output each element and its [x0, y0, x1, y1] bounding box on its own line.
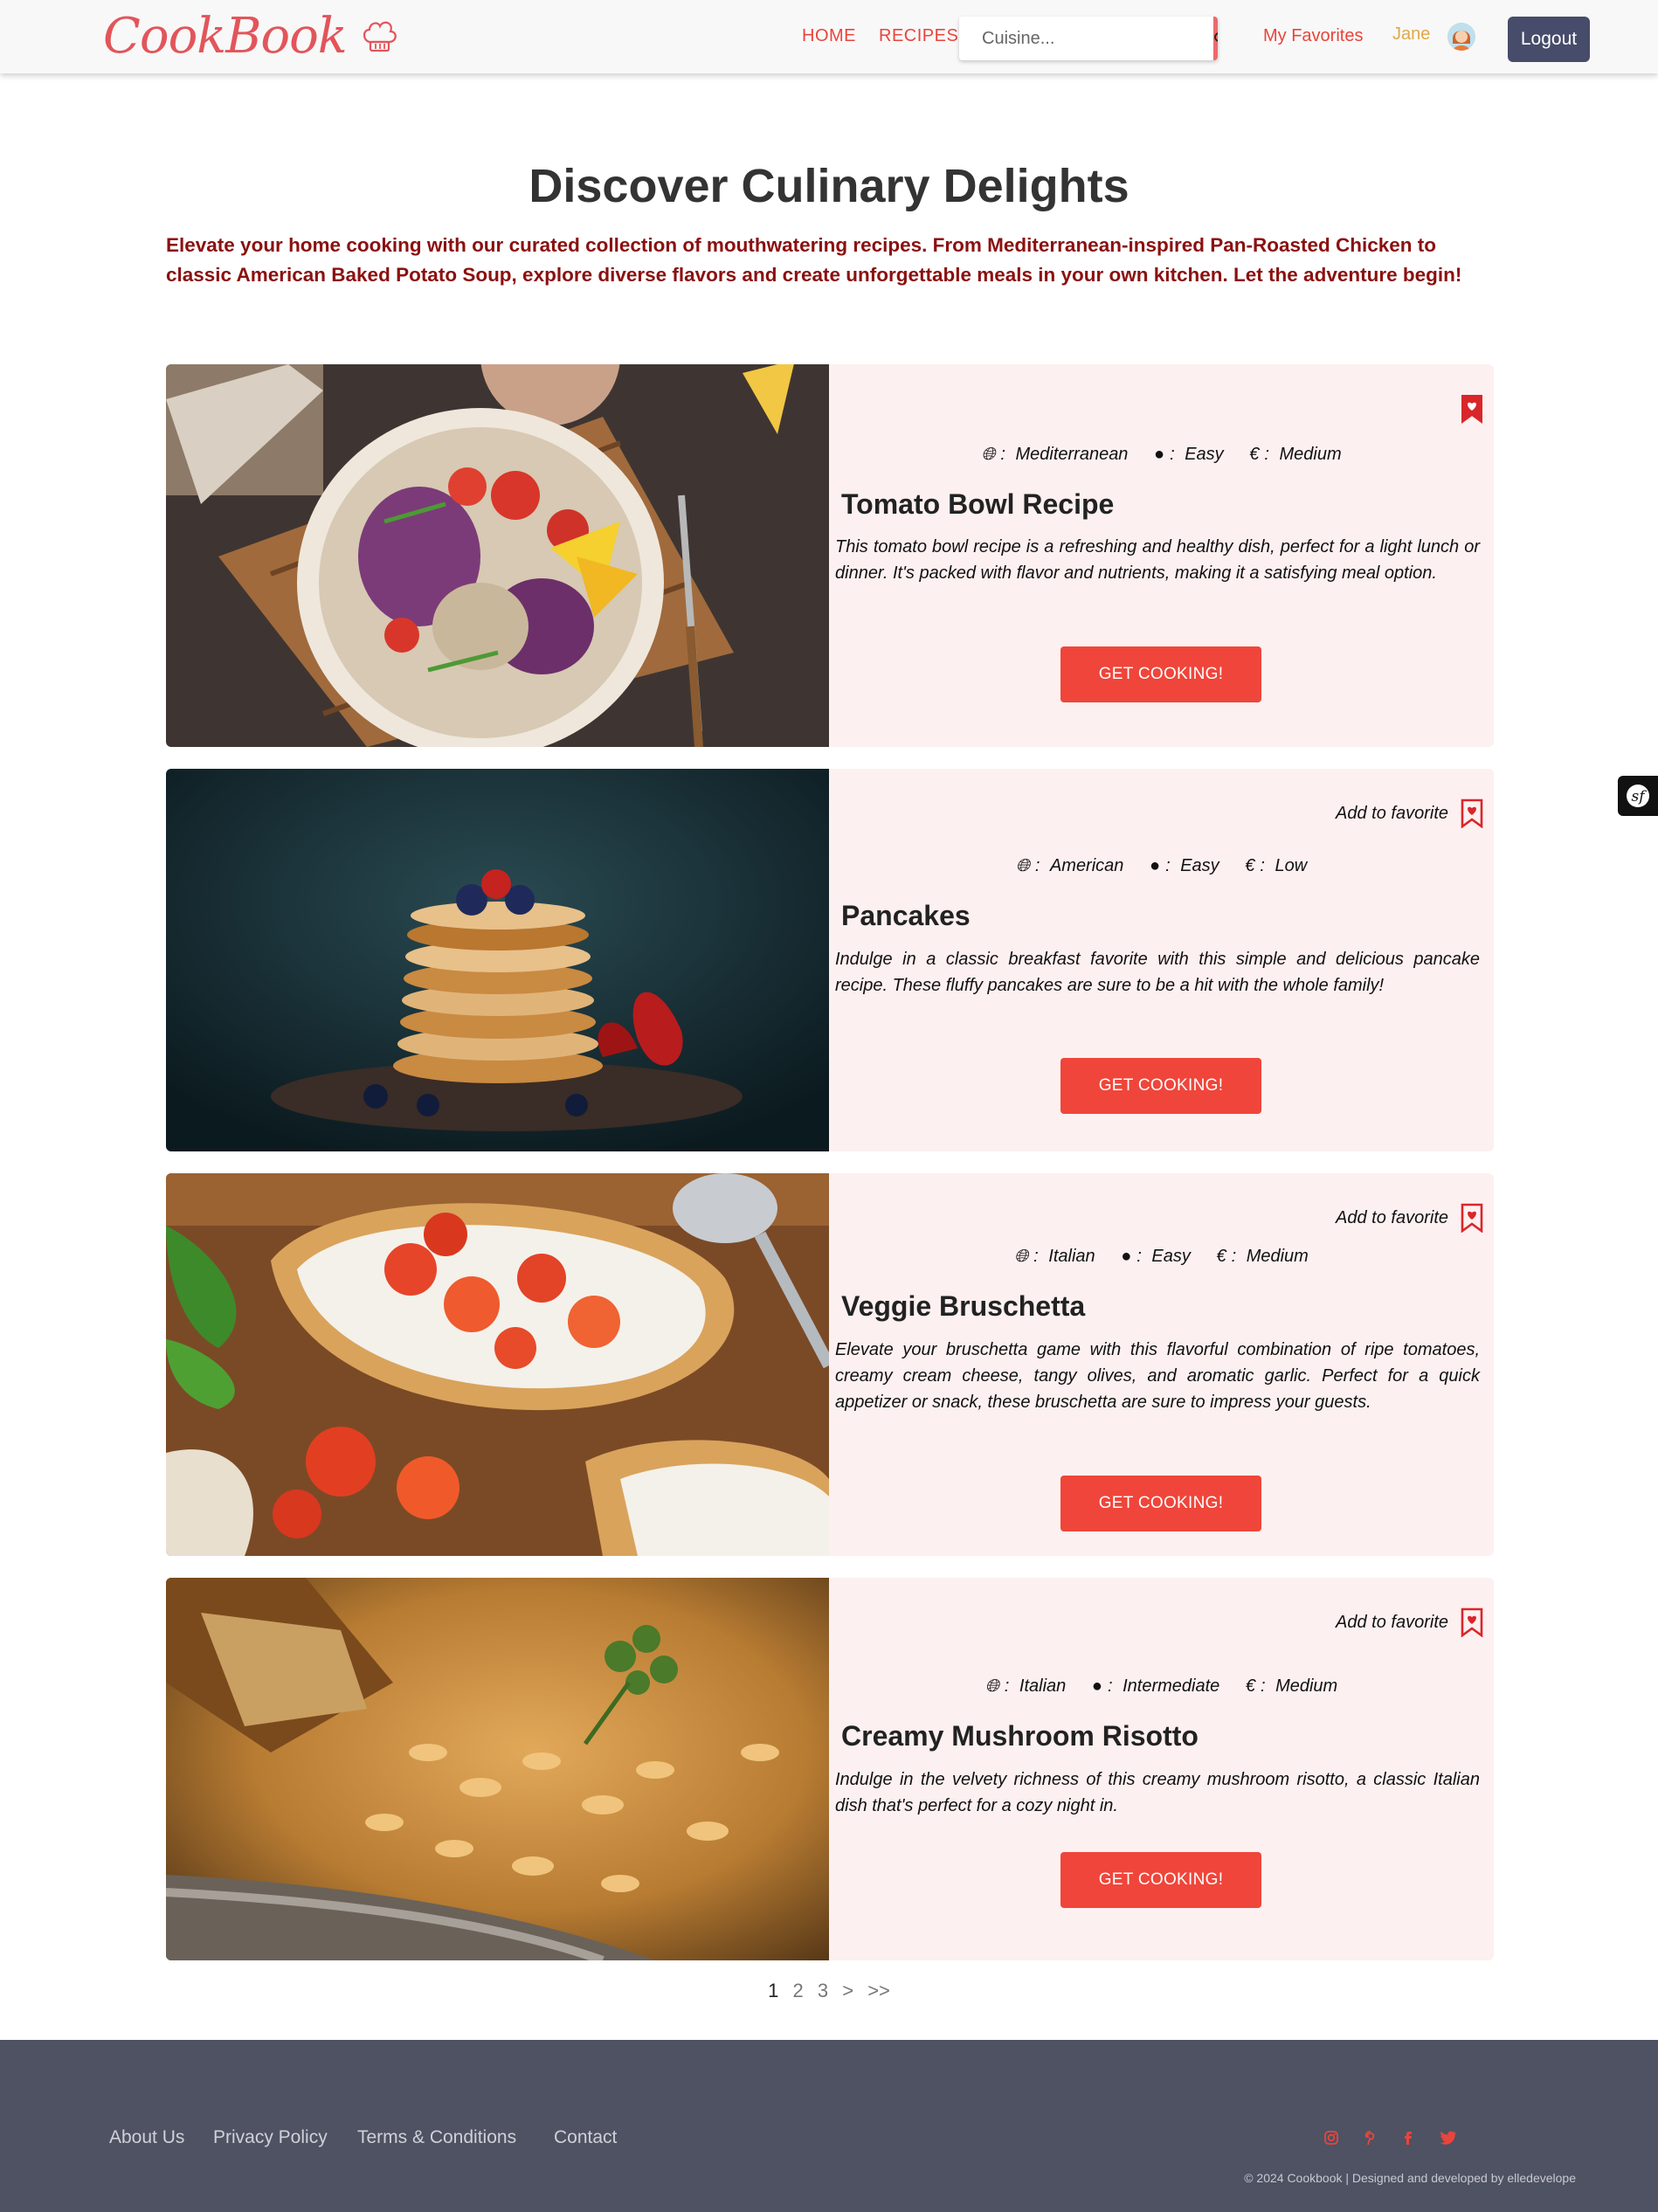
salad-bowl-image: [166, 364, 829, 747]
cuisine-info: 🌐︎: Italian: [984, 1676, 1067, 1696]
page-link-2[interactable]: 2: [792, 1980, 803, 2001]
recipe-card: Add to favorite 🌐︎: American ●: Easy €: …: [166, 769, 1494, 1151]
page-title: Discover Culinary Delights: [528, 160, 1130, 212]
footer-privacy-link[interactable]: Privacy Policy: [213, 2127, 328, 2148]
get-cooking-button[interactable]: GET COOKING!: [1060, 1058, 1261, 1114]
favorite-label: Add to favorite: [1336, 803, 1448, 823]
recipe-title: Tomato Bowl Recipe: [841, 488, 1115, 520]
page-link-3[interactable]: 3: [818, 1980, 828, 2001]
difficulty-info: ●: Easy: [1149, 856, 1219, 875]
globe-icon: 🌐︎: [984, 1676, 999, 1696]
twitter-icon[interactable]: [1438, 2127, 1459, 2148]
globe-icon: 🌐︎: [1015, 856, 1030, 875]
cost-info: €: Low: [1245, 856, 1308, 875]
difficulty-info: ●: Easy: [1154, 445, 1224, 464]
debug-toolbar-toggle[interactable]: sf: [1618, 776, 1658, 816]
copyright: © 2024 Cookbook | Designed and developed…: [1244, 2171, 1576, 2185]
pagination: 1 2 3 > >>: [0, 1980, 1658, 2002]
logo-text: CookBook: [103, 7, 348, 65]
get-cooking-button[interactable]: GET COOKING!: [1060, 1476, 1261, 1531]
my-favorites-link[interactable]: My Favorites: [1263, 26, 1363, 46]
favorite-toggle[interactable]: Add to favorite: [1336, 1203, 1483, 1233]
footer-contact-link[interactable]: Contact: [554, 2127, 617, 2148]
avatar[interactable]: [1447, 23, 1475, 51]
get-cooking-button[interactable]: GET COOKING!: [1060, 646, 1261, 702]
euro-icon: €: [1245, 1676, 1255, 1696]
page-link-1[interactable]: 1: [768, 1980, 778, 2001]
globe-icon: 🌐︎: [981, 445, 996, 464]
favorite-toggle[interactable]: Add to favorite: [1336, 798, 1483, 828]
bookmark-outline-icon[interactable]: [1461, 798, 1483, 828]
chef-pot-icon: ●: [1121, 1247, 1132, 1266]
pancakes-image: [166, 769, 829, 1151]
risotto-image: [166, 1578, 829, 1960]
bookmark-outline-icon[interactable]: [1461, 1203, 1483, 1233]
cuisine-info: 🌐︎: Italian: [1014, 1247, 1095, 1266]
recipe-description: Indulge in a classic breakfast favorite …: [835, 950, 1480, 995]
globe-icon: 🌐︎: [1014, 1247, 1029, 1266]
footer: About Us Privacy Policy Terms & Conditio…: [0, 2040, 1658, 2212]
chef-pot-icon: ●: [1154, 445, 1165, 464]
euro-icon: €: [1245, 856, 1255, 875]
recipe-description: Indulge in the velvety richness of this …: [835, 1770, 1480, 1815]
last-page-link[interactable]: >>: [867, 1980, 890, 2001]
search-button[interactable]: [1213, 17, 1218, 60]
favorite-toggle[interactable]: Add to favorite: [1336, 1607, 1483, 1637]
bookmark-filled-icon[interactable]: [1461, 394, 1483, 424]
cuisine-info: 🌐︎: American: [1015, 856, 1124, 875]
next-page-link[interactable]: >: [842, 1980, 853, 2001]
chef-hat-icon: [363, 21, 397, 52]
euro-icon: €: [1216, 1247, 1226, 1266]
bruschetta-image: [166, 1173, 829, 1556]
favorite-toggle[interactable]: [1448, 394, 1483, 424]
nav-recipes-link[interactable]: RECIPES: [879, 26, 958, 46]
cuisine-info: 🌐︎: Mediterranean: [981, 445, 1129, 464]
search-box: [959, 17, 1218, 60]
chef-pot-icon: ●: [1091, 1676, 1102, 1696]
favorite-label: Add to favorite: [1336, 1207, 1448, 1227]
logo[interactable]: CookBook: [103, 5, 399, 66]
recipe-title: Creamy Mushroom Risotto: [841, 1720, 1199, 1752]
footer-terms-link[interactable]: Terms & Conditions: [357, 2127, 516, 2148]
navbar: CookBook HOME RECIPES My Favorites Jane …: [0, 0, 1658, 73]
recipe-meta: 🌐︎: American ●: Easy €: Low: [829, 856, 1494, 876]
difficulty-info: ●: Easy: [1121, 1247, 1191, 1266]
recipe-meta: 🌐︎: Mediterranean ●: Easy €: Medium: [829, 445, 1494, 465]
instagram-icon[interactable]: [1321, 2127, 1342, 2148]
get-cooking-button[interactable]: GET COOKING!: [1060, 1852, 1261, 1908]
facebook-icon[interactable]: [1399, 2127, 1420, 2148]
recipe-card: 🌐︎: Mediterranean ●: Easy €: Medium Toma…: [166, 364, 1494, 747]
pinterest-icon[interactable]: [1360, 2127, 1381, 2148]
cost-info: €: Medium: [1216, 1247, 1309, 1266]
symfony-icon: sf: [1627, 785, 1649, 807]
euro-icon: €: [1249, 445, 1260, 464]
search-input[interactable]: [959, 17, 1213, 60]
recipe-title: Veggie Bruschetta: [841, 1290, 1086, 1322]
bookmark-outline-icon[interactable]: [1461, 1607, 1483, 1637]
chef-pot-icon: ●: [1149, 856, 1161, 875]
recipe-card: Add to favorite 🌐︎: Italian ●: Intermedi…: [166, 1578, 1494, 1960]
recipe-title: Pancakes: [841, 900, 971, 931]
recipe-description: This tomato bowl recipe is a refreshing …: [835, 537, 1480, 583]
difficulty-info: ●: Intermediate: [1091, 1676, 1220, 1696]
favorite-label: Add to favorite: [1336, 1612, 1448, 1632]
recipe-meta: 🌐︎: Italian ●: Easy €: Medium: [829, 1247, 1494, 1267]
recipe-description: Elevate your bruschetta game with this f…: [835, 1340, 1480, 1412]
recipe-card: Add to favorite 🌐︎: Italian ●: Easy €: M…: [166, 1173, 1494, 1556]
user-name: Jane: [1392, 24, 1431, 44]
nav-home-link[interactable]: HOME: [802, 26, 856, 46]
search-icon: [1214, 32, 1218, 42]
recipe-meta: 🌐︎: Italian ●: Intermediate €: Medium: [829, 1676, 1494, 1697]
cost-info: €: Medium: [1249, 445, 1342, 464]
footer-about-link[interactable]: About Us: [109, 2127, 184, 2148]
hero-description: Elevate your home cooking with our curat…: [166, 234, 1462, 286]
logout-button[interactable]: Logout: [1508, 17, 1590, 62]
user-avatar-icon: [1447, 23, 1475, 51]
cost-info: €: Medium: [1245, 1676, 1338, 1696]
